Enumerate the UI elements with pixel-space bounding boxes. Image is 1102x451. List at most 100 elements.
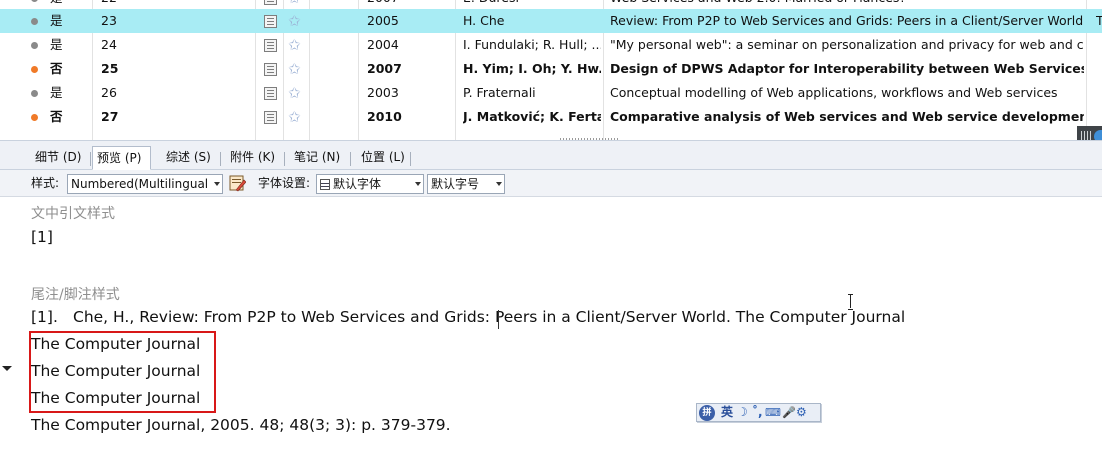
microphone-icon[interactable]: 🎤 xyxy=(782,404,796,421)
star-icon: ✩ xyxy=(288,84,301,102)
authors-cell: I. Fundulaki; R. Hull; ... xyxy=(463,37,601,52)
font-icon xyxy=(320,179,330,190)
footnote-style-heading: 尾注/脚注样式 xyxy=(31,287,120,303)
tab-separator xyxy=(284,152,285,166)
document-icon xyxy=(264,111,277,124)
punctuation-icon[interactable]: ˚, xyxy=(752,404,763,421)
read-status-dot xyxy=(31,105,39,129)
status-dot-icon xyxy=(31,90,38,97)
status-dot-icon xyxy=(31,0,38,2)
attachment-cell[interactable] xyxy=(263,57,281,81)
font-select-value: 默认字体 xyxy=(333,177,382,191)
preview-toolbar: 样式: Numbered(Multilingual 字体设置: 默认字体 默认字… xyxy=(0,170,1102,197)
table-row[interactable]: 是 23 ✩ 2005 H. Che Review: From P2P to Web Se… xyxy=(0,9,1102,33)
ime-logo-icon[interactable]: 拼 xyxy=(699,405,715,421)
font-size-value: 默认字号 xyxy=(431,177,480,191)
title-cell: Conceptual modelling of Web applications… xyxy=(610,85,1058,100)
keyboard-icon[interactable]: ⌨ xyxy=(765,404,781,421)
table-row[interactable]: 是 26 ✩ 2003 P. Fraternali Conceptual modellin… xyxy=(0,81,1102,105)
read-status-dot xyxy=(31,81,39,105)
document-icon xyxy=(264,15,277,28)
tab-separator xyxy=(90,152,91,166)
document-icon xyxy=(264,0,277,5)
tab-separator xyxy=(350,152,351,166)
read-status-dot xyxy=(31,57,39,81)
rating-cell[interactable]: ✩ xyxy=(288,9,304,33)
authors-cell: P. Fraternali xyxy=(463,85,536,100)
ime-mode-toggle[interactable]: 英 xyxy=(721,404,733,421)
star-icon: ✩ xyxy=(288,108,301,126)
title-cell: "My personal web": a seminar on personal… xyxy=(610,37,1084,52)
table-row[interactable]: 是 24 ✩ 2004 I. Fundulaki; R. Hull; ... "My pe… xyxy=(0,33,1102,57)
gear-icon[interactable]: ⚙ xyxy=(796,404,807,421)
record-number-cell: 25 xyxy=(101,61,119,76)
document-icon xyxy=(264,87,277,100)
title-cell: Design of DPWS Adaptor for Interoperabil… xyxy=(610,61,1084,76)
reference-text: Che, H., Review: From P2P to Web Service… xyxy=(73,308,906,326)
attachment-cell[interactable] xyxy=(263,33,281,57)
title-cell: Comparative analysis of Web services and… xyxy=(610,109,1084,124)
tab-preview[interactable]: 预览 (P) xyxy=(92,146,151,170)
font-select[interactable]: 默认字体 xyxy=(316,174,424,194)
reference-number: [1]. xyxy=(31,308,58,326)
citation-style-heading: 文中引文样式 xyxy=(31,206,115,222)
edit-style-icon[interactable] xyxy=(229,174,246,192)
tab-separator xyxy=(410,152,411,166)
authors-cell: H. Che xyxy=(463,13,505,28)
highlight-box xyxy=(29,331,216,413)
rating-cell[interactable]: ✩ xyxy=(288,105,304,129)
reference-list[interactable]: 是22✩2007E. DuresiWeb Services and Web 2.… xyxy=(0,0,1102,140)
star-icon: ✩ xyxy=(288,60,301,78)
read-cell: 是 xyxy=(50,37,63,52)
tab-details[interactable]: 细节 (D) xyxy=(31,146,85,170)
record-number-cell: 23 xyxy=(101,13,117,28)
status-dot-icon xyxy=(31,66,38,73)
tab-notes[interactable]: 笔记 (N) xyxy=(290,146,344,170)
attachment-cell[interactable] xyxy=(263,9,281,33)
status-dot-icon xyxy=(31,114,38,121)
attachment-cell[interactable] xyxy=(263,105,281,129)
detail-tab-bar: 细节 (D) 预览 (P) 综述 (S) 附件 (K) 笔记 (N) 位置 (L… xyxy=(0,140,1102,170)
ime-toolbar[interactable]: 拼 英 ☽ ˚, ⌨ 🎤 ⚙ xyxy=(696,403,821,422)
moon-icon[interactable]: ☽ xyxy=(737,404,748,421)
in-text-citation: [1] xyxy=(31,228,53,246)
style-select[interactable]: Numbered(Multilingual xyxy=(67,174,223,194)
text-caret xyxy=(498,310,499,329)
font-size-select[interactable]: 默认字号 xyxy=(427,174,505,194)
read-cell: 否 xyxy=(50,61,63,76)
rating-cell[interactable]: ✩ xyxy=(288,81,304,105)
tab-location[interactable]: 位置 (L) xyxy=(357,146,409,170)
table-row[interactable]: 否 27 ✩ 2010 J. Matković; K. Ferta Comparative… xyxy=(0,105,1102,129)
year-cell: 2004 xyxy=(367,37,399,52)
tab-summary[interactable]: 综述 (S) xyxy=(162,146,215,170)
document-icon xyxy=(264,63,277,76)
table-row[interactable]: 否 25 ✩ 2007 H. Yim; I. Oh; Y. Hw. Design of D… xyxy=(0,57,1102,81)
ibeam-cursor-icon xyxy=(848,294,853,310)
attachment-cell[interactable] xyxy=(263,81,281,105)
style-label: 样式: xyxy=(31,176,60,190)
record-number-cell: 24 xyxy=(101,37,117,52)
collapse-arrow-icon[interactable] xyxy=(2,366,12,371)
read-status-dot xyxy=(31,33,39,57)
journal-citation-line: The Computer Journal, 2005. 48; 48(3; 3)… xyxy=(31,416,451,434)
chevron-down-icon xyxy=(214,182,220,186)
document-icon xyxy=(264,39,277,52)
status-dot-icon xyxy=(31,18,38,25)
rating-cell[interactable]: ✩ xyxy=(288,33,304,57)
year-cell: 2005 xyxy=(367,13,399,28)
chevron-down-icon xyxy=(415,182,421,186)
read-status-dot xyxy=(31,9,39,33)
read-cell: 是 xyxy=(50,13,63,28)
extra-cell: T xyxy=(1096,13,1102,28)
status-dot-icon xyxy=(31,42,38,49)
tab-separator xyxy=(220,152,221,166)
authors-cell: J. Matković; K. Ferta xyxy=(463,109,601,124)
tab-attachments[interactable]: 附件 (K) xyxy=(226,146,279,170)
read-cell: 否 xyxy=(50,109,63,124)
record-number-cell: 27 xyxy=(101,109,119,124)
rating-cell[interactable]: ✩ xyxy=(288,57,304,81)
style-select-value: Numbered(Multilingual xyxy=(71,177,209,191)
star-icon: ✩ xyxy=(288,36,301,54)
chevron-down-icon xyxy=(496,182,502,186)
preview-pane[interactable]: 文中引文样式 [1] 尾注/脚注样式 [1]. Che, H., Review: … xyxy=(0,197,1102,451)
